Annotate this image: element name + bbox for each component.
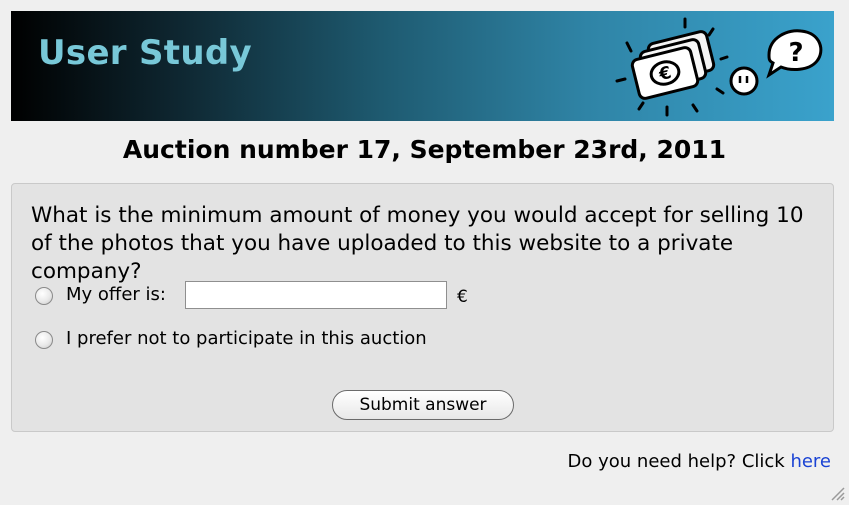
face-icon: [729, 66, 759, 96]
question-bubble-icon: ?: [766, 29, 823, 79]
auction-title: Auction number 17, September 23rd, 2011: [122, 135, 727, 164]
money-bills-icon: €: [630, 30, 716, 100]
help-link[interactable]: here: [790, 451, 831, 472]
offer-radio[interactable]: [35, 287, 53, 305]
resize-grip-icon[interactable]: [829, 485, 845, 501]
header-banner: User Study € ?: [11, 11, 834, 121]
decline-radio[interactable]: [35, 331, 53, 349]
app-title: User Study: [38, 33, 252, 73]
page: User Study € ? Auction number 17, Septem…: [0, 0, 849, 505]
submit-button[interactable]: Submit answer: [332, 390, 514, 420]
question-text: What is the minimum amount of money you …: [31, 203, 804, 284]
offer-option-label[interactable]: My offer is:: [66, 284, 166, 305]
svg-text:?: ?: [788, 38, 803, 68]
question-panel: What is the minimum amount of money you …: [11, 183, 834, 432]
banner-illustration: € ?: [615, 17, 823, 117]
help-prefix: Do you need help? Click: [567, 451, 791, 472]
decline-option-label[interactable]: I prefer not to participate in this auct…: [66, 328, 427, 349]
help-line: Do you need help? Click here: [568, 451, 831, 472]
currency-symbol: €: [457, 287, 468, 307]
offer-amount-input[interactable]: [185, 281, 447, 309]
